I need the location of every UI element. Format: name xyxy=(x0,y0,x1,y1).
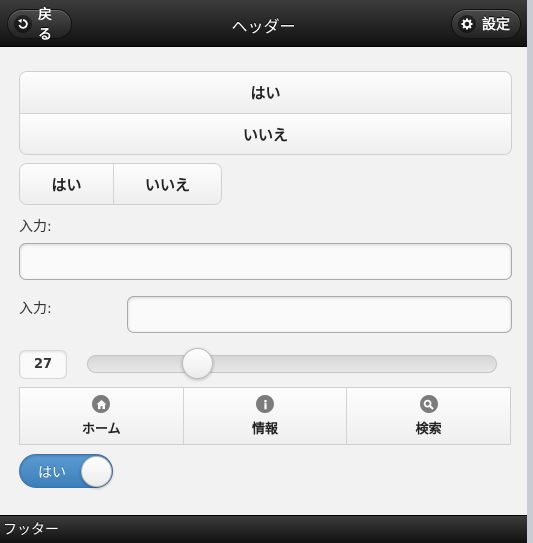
horizontal-button-group: はい いいえ xyxy=(19,163,222,205)
flip-switch[interactable]: はい xyxy=(19,454,113,488)
page: 戻る ヘッダー 設定 はい いいえ はい いいえ 入力: 入力: 27 ホーム xyxy=(0,0,527,543)
horizontal-yes-button[interactable]: はい xyxy=(20,164,114,204)
search-icon xyxy=(419,395,438,413)
input-label-1: 入力: xyxy=(19,219,52,235)
settings-button-label: 設定 xyxy=(482,17,510,33)
vertical-yes-button[interactable]: はい xyxy=(20,72,511,113)
nav-item-info[interactable]: 情報 xyxy=(182,388,347,444)
slider-value-field[interactable]: 27 xyxy=(19,350,67,379)
gear-icon xyxy=(458,15,476,33)
flip-switch-knob[interactable] xyxy=(81,456,112,487)
nav-item-home-label: ホーム xyxy=(82,422,121,437)
text-input-1[interactable] xyxy=(19,243,512,280)
nav-item-search[interactable]: 検索 xyxy=(346,388,511,444)
header-bar: 戻る ヘッダー 設定 xyxy=(0,0,527,47)
nav-item-search-label: 検索 xyxy=(415,422,442,437)
info-icon xyxy=(256,395,274,413)
navbar: ホーム 情報 検索 xyxy=(19,387,511,445)
footer-title: フッター xyxy=(3,522,59,538)
nav-item-home[interactable]: ホーム xyxy=(20,388,183,444)
text-input-2[interactable] xyxy=(127,296,512,333)
vertical-no-button[interactable]: いいえ xyxy=(20,113,511,154)
settings-button[interactable]: 設定 xyxy=(451,9,521,39)
flip-switch-label: はい xyxy=(38,465,66,481)
slider-handle[interactable] xyxy=(182,348,214,379)
footer-bar: フッター xyxy=(0,515,527,543)
slider-track[interactable] xyxy=(87,355,497,373)
input-label-2: 入力: xyxy=(19,301,52,317)
page-title: ヘッダー xyxy=(231,17,296,36)
vertical-button-group: はい いいえ xyxy=(19,71,512,155)
nav-item-info-label: 情報 xyxy=(252,422,279,437)
home-icon xyxy=(92,395,111,413)
horizontal-no-button[interactable]: いいえ xyxy=(114,164,221,204)
